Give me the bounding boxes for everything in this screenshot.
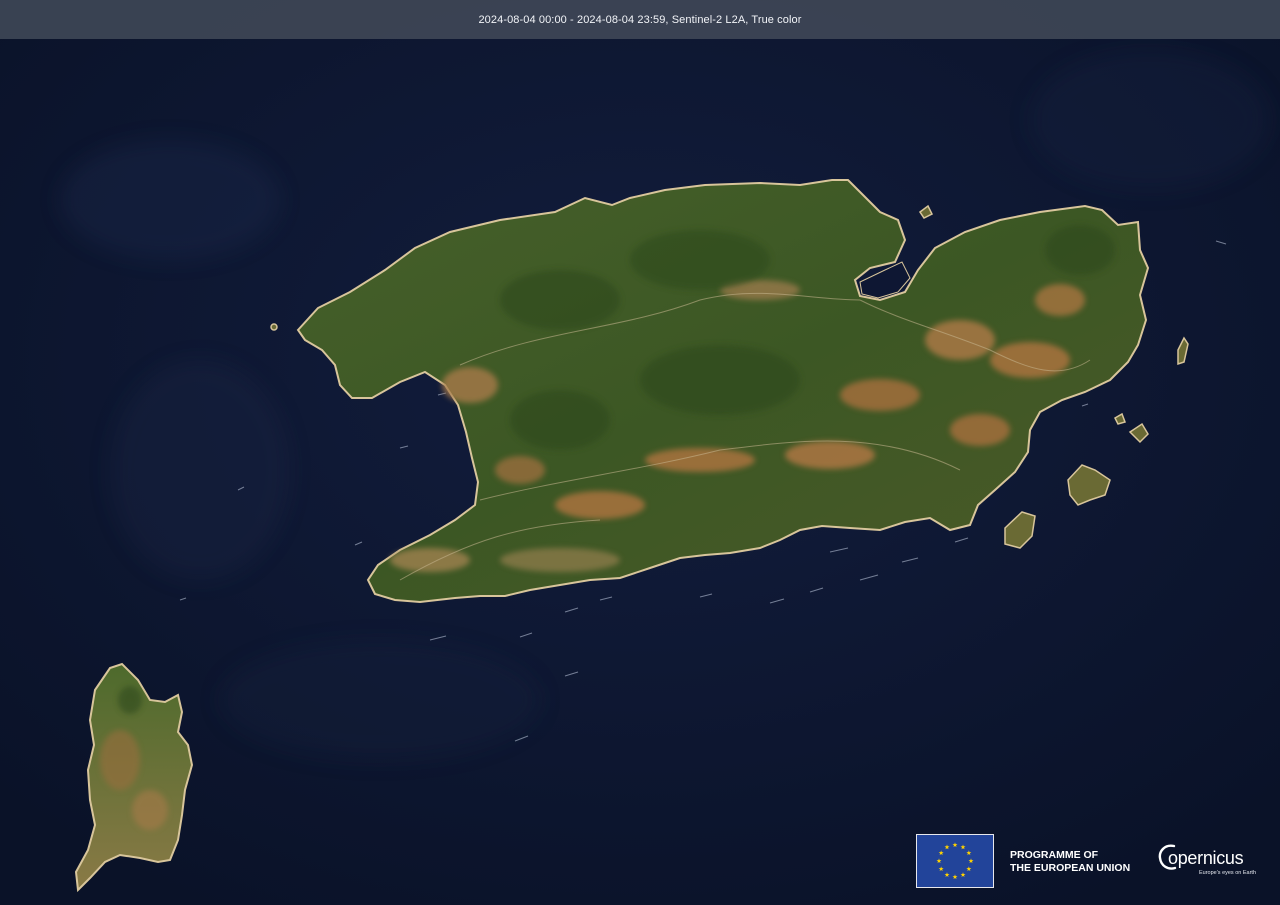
eu-star-icon [938, 866, 944, 872]
eu-star-icon [952, 874, 958, 880]
eu-programme-line2: THE EUROPEAN UNION [1010, 861, 1131, 874]
copernicus-logo: opernicus Europe's eyes on Earth [1158, 838, 1270, 884]
eu-star-icon [960, 872, 966, 877]
eu-star-icon [952, 842, 958, 848]
header-bar: 2024-08-04 00:00 - 2024-08-04 23:59, Sen… [0, 0, 1280, 39]
copernicus-name: opernicus [1168, 848, 1244, 868]
eu-programme-line1: PROGRAMME OF [1010, 849, 1099, 861]
eu-star-icon [938, 850, 944, 856]
eu-star-icon [966, 850, 972, 856]
eu-flag-icon [916, 834, 994, 888]
eu-stars-icon [936, 842, 974, 880]
header-caption: 2024-08-04 00:00 - 2024-08-04 23:59, Sen… [478, 13, 802, 26]
eu-star-icon [966, 866, 972, 872]
copernicus-tagline: Europe's eyes on Earth [1199, 870, 1257, 876]
eu-star-icon [944, 844, 950, 850]
eu-star-icon [944, 872, 950, 877]
eu-star-icon [968, 858, 974, 864]
eu-star-icon [936, 858, 942, 864]
eu-programme-label: PROGRAMME OF THE EUROPEAN UNION [1010, 849, 1130, 874]
eu-star-icon [960, 844, 966, 850]
satellite-map[interactable] [0, 0, 1280, 905]
